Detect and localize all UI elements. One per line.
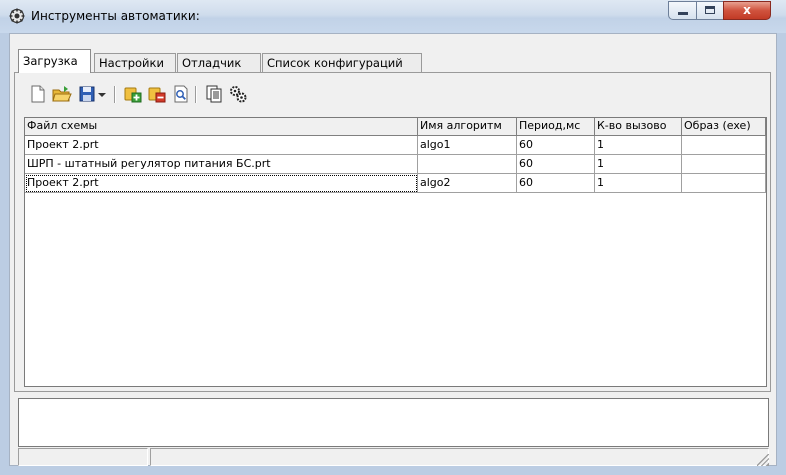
status-panel — [150, 448, 769, 466]
column-header-period[interactable]: Период,мс — [517, 118, 595, 136]
output-memo[interactable] — [18, 398, 769, 447]
table-cell[interactable]: algo1 — [418, 136, 517, 155]
toolbar-separator — [195, 86, 197, 103]
tab-label: Загрузка — [23, 54, 78, 68]
save-icon[interactable] — [77, 84, 97, 104]
save-dropdown-arrow-icon[interactable] — [96, 84, 108, 104]
minimize-button[interactable] — [668, 1, 697, 20]
table-cell[interactable]: 1 — [595, 155, 682, 174]
close-button[interactable]: x — [723, 1, 771, 20]
window-frame-right — [777, 33, 786, 475]
table-cell[interactable] — [682, 174, 766, 193]
window-title: Инструменты автоматики: — [31, 9, 200, 23]
resize-grip-icon[interactable] — [757, 454, 769, 466]
window-frame-left — [0, 33, 9, 475]
settings-gears-icon[interactable] — [228, 84, 248, 104]
new-file-icon[interactable] — [28, 84, 48, 104]
table-cell[interactable]: 1 — [595, 174, 682, 193]
tab-config-list[interactable]: Список конфигураций — [262, 53, 422, 72]
window-frame-bottom — [0, 466, 786, 475]
app-gear-icon — [9, 8, 25, 24]
tab-load[interactable]: Загрузка — [18, 49, 91, 73]
table-cell[interactable] — [682, 155, 766, 174]
table-cell[interactable]: 1 — [595, 136, 682, 155]
tab-label: Настройки — [99, 56, 164, 70]
close-icon: x — [743, 3, 751, 17]
column-header-exe-image[interactable]: Образ (exe) — [682, 118, 766, 136]
tab-label: Отладчик — [182, 56, 242, 70]
open-folder-icon[interactable] — [52, 84, 72, 104]
column-header-algorithm-name[interactable]: Имя алгоритм — [418, 118, 517, 136]
minimize-icon — [678, 12, 688, 15]
preview-icon[interactable] — [171, 84, 191, 104]
status-panel — [18, 448, 148, 466]
status-bar — [18, 448, 769, 466]
column-header-scheme-file[interactable]: Файл схемы — [25, 118, 418, 136]
tab-debugger[interactable]: Отладчик — [177, 53, 261, 72]
column-header-call-count[interactable]: К-во вызово — [595, 118, 682, 136]
tab-label: Список конфигураций — [267, 56, 403, 70]
table-cell[interactable]: 60 — [517, 174, 595, 193]
table-cell[interactable]: 60 — [517, 155, 595, 174]
algorithms-grid[interactable]: Файл схемы Имя алгоритм Период,мс К-во в… — [24, 117, 767, 387]
maximize-button[interactable] — [696, 1, 724, 20]
table-cell[interactable]: 60 — [517, 136, 595, 155]
copy-pages-icon[interactable] — [204, 84, 224, 104]
table-cell[interactable]: algo2 — [418, 174, 517, 193]
table-cell-focused[interactable]: Проект 2.prt — [25, 174, 418, 193]
title-bar[interactable]: Инструменты автоматики: x — [0, 0, 786, 33]
app-window: Инструменты автоматики: x Загрузка Настр… — [0, 0, 786, 475]
table-cell[interactable]: Проект 2.prt — [25, 136, 418, 155]
add-algorithm-icon[interactable] — [123, 84, 143, 104]
table-cell[interactable] — [682, 136, 766, 155]
remove-algorithm-icon[interactable] — [147, 84, 167, 104]
maximize-icon — [705, 6, 715, 14]
tab-settings[interactable]: Настройки — [94, 53, 176, 72]
table-cell[interactable] — [418, 155, 517, 174]
toolbar-separator — [114, 86, 116, 103]
table-cell[interactable]: ШРП - штатный регулятор питания БС.prt — [25, 155, 418, 174]
